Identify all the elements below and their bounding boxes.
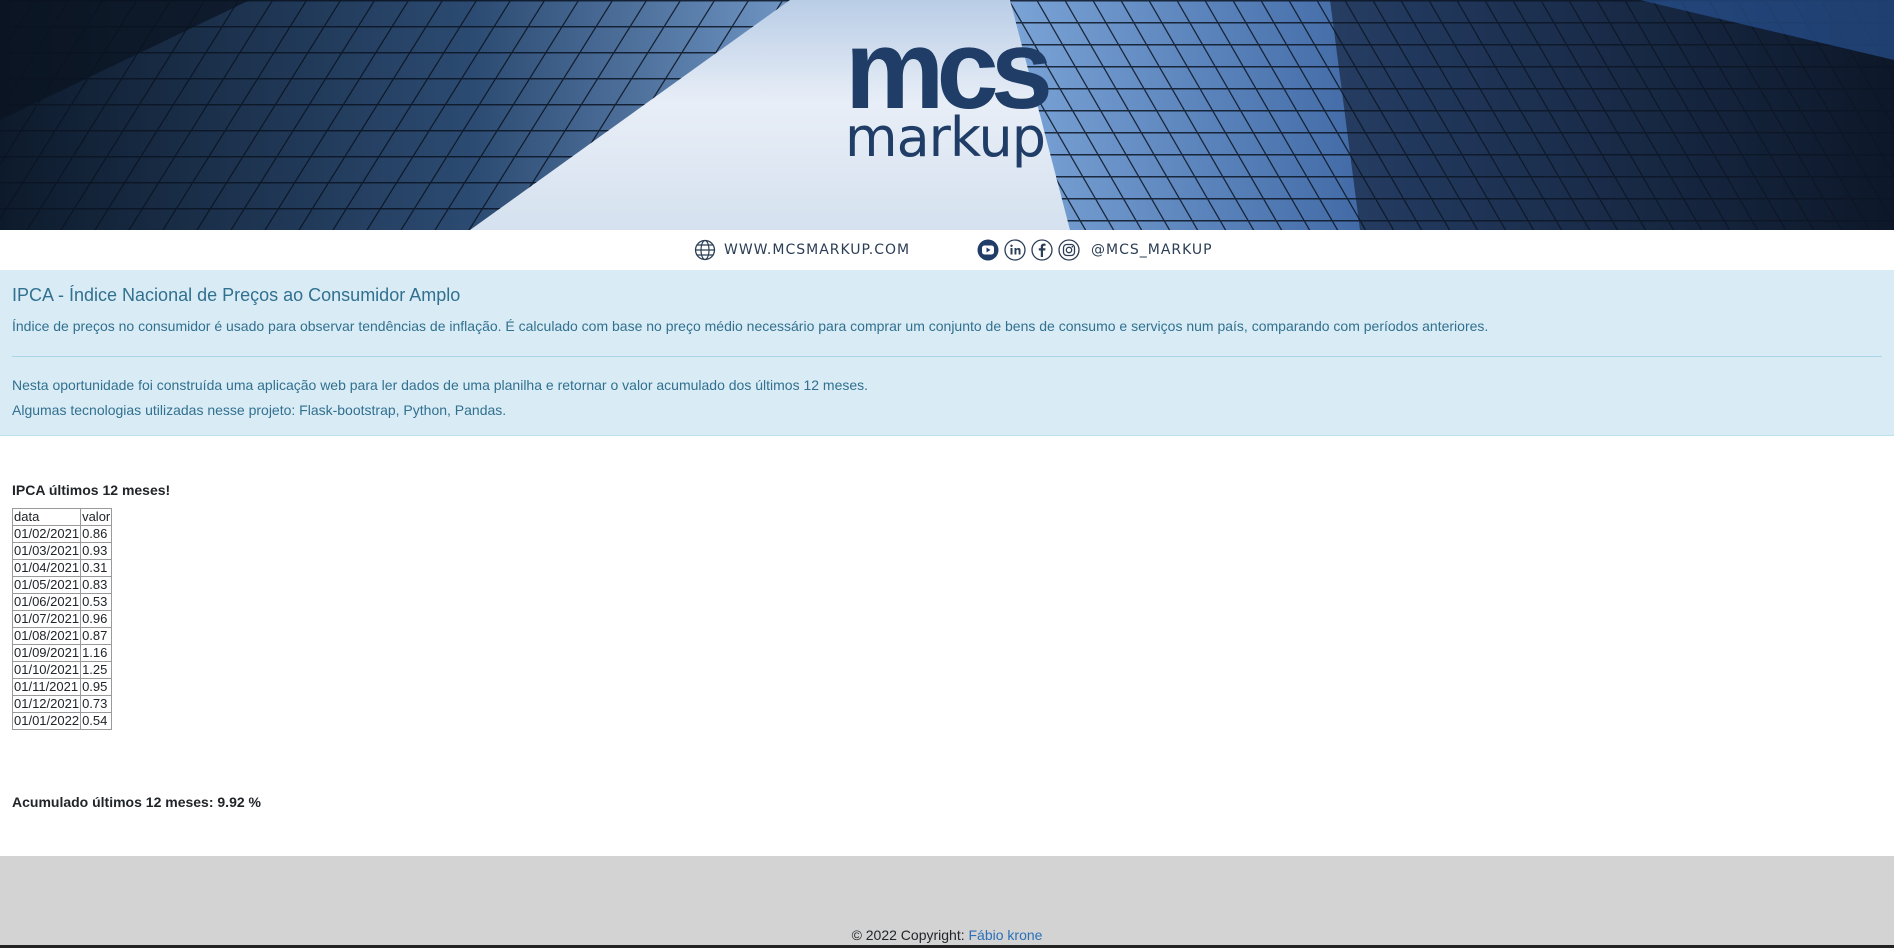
project-description: Nesta oportunidade foi construída uma ap…	[12, 377, 869, 393]
divider	[12, 356, 1882, 357]
value-cell: 0.87	[80, 627, 113, 645]
value-cell: 0.95	[80, 678, 113, 696]
social-links: @MCS_MARKUP	[977, 239, 1213, 261]
social-handle[interactable]: @MCS_MARKUP	[1091, 242, 1213, 258]
facebook-icon[interactable]	[1031, 239, 1053, 261]
date-cell: 01/04/2021	[11, 559, 82, 577]
author-link[interactable]: Fábio krone	[969, 927, 1043, 943]
table-row: 01/11/2021 0.95	[11, 678, 113, 696]
globe-icon	[694, 239, 716, 261]
instagram-icon[interactable]	[1058, 239, 1080, 261]
value-cell: 0.86	[80, 525, 113, 543]
accumulated-result: Acumulado últimos 12 meses: 9.92 %	[12, 794, 261, 810]
value-cell: 0.83	[80, 576, 113, 594]
date-cell: 01/11/2021	[11, 678, 82, 696]
website-text: WWW.MCSMARKUP.COM	[724, 242, 911, 258]
ipca-description: Índice de preços no consumidor é usado p…	[12, 318, 1489, 334]
website-link[interactable]: WWW.MCSMARKUP.COM	[694, 239, 910, 261]
value-cell: 0.93	[80, 542, 113, 560]
value-cell: 1.16	[80, 644, 113, 662]
value-cell: 0.73	[80, 695, 113, 713]
page-title: IPCA - Índice Nacional de Preços ao Cons…	[12, 285, 461, 305]
table-row: 01/01/2022 0.54	[11, 712, 113, 730]
table-row: 01/03/2021 0.93	[11, 542, 113, 560]
logo-mcs-text: mcs	[844, 7, 1053, 132]
value-cell: 0.53	[80, 593, 113, 611]
table-header-row: data valor	[11, 508, 113, 526]
copyright-label: © 2022 Copyright:	[851, 927, 969, 943]
table-row: 01/12/2021 0.73	[11, 695, 113, 713]
youtube-icon[interactable]	[977, 239, 999, 261]
date-cell: 01/01/2022	[11, 712, 82, 730]
ipca-table: data valor 01/02/2021 0.86 01/03/2021 0.93…	[11, 508, 113, 730]
table-row: 01/05/2021 0.83	[11, 576, 113, 594]
table-row: 01/02/2021 0.86	[11, 525, 113, 543]
column-header-data: data	[11, 508, 82, 526]
footer: © 2022 Copyright: Fábio krone	[0, 856, 1894, 948]
column-header-valor: valor	[80, 508, 113, 526]
header-banner: mcs markup	[0, 0, 1894, 230]
table-row: 01/10/2021 1.25	[11, 661, 113, 679]
date-cell: 01/12/2021	[11, 695, 82, 713]
date-cell: 01/08/2021	[11, 627, 82, 645]
table-row: 01/04/2021 0.31	[11, 559, 113, 577]
value-cell: 0.96	[80, 610, 113, 628]
date-cell: 01/05/2021	[11, 576, 82, 594]
contact-strip: WWW.MCSMARKUP.COM @MCS_MARKUP	[0, 230, 1894, 270]
date-cell: 01/10/2021	[11, 661, 82, 679]
value-cell: 1.25	[80, 661, 113, 679]
technologies-text: Algumas tecnologias utilizadas nesse pro…	[12, 402, 507, 418]
table-row: 01/07/2021 0.96	[11, 610, 113, 628]
value-cell: 0.54	[80, 712, 113, 730]
date-cell: 01/02/2021	[11, 525, 82, 543]
logo-markup-text: markup	[844, 106, 1046, 169]
mcs-markup-logo: mcs markup	[830, 7, 1060, 169]
copyright-text: © 2022 Copyright: Fábio krone	[0, 927, 1894, 943]
table-row: 01/09/2021 1.16	[11, 644, 113, 662]
table-heading: IPCA últimos 12 meses!	[12, 482, 171, 498]
table-row: 01/06/2021 0.53	[11, 593, 113, 611]
table-row: 01/08/2021 0.87	[11, 627, 113, 645]
date-cell: 01/07/2021	[11, 610, 82, 628]
date-cell: 01/06/2021	[11, 593, 82, 611]
value-cell: 0.31	[80, 559, 113, 577]
info-alert-panel: IPCA - Índice Nacional de Preços ao Cons…	[0, 270, 1894, 436]
date-cell: 01/03/2021	[11, 542, 82, 560]
date-cell: 01/09/2021	[11, 644, 82, 662]
linkedin-icon[interactable]	[1004, 239, 1026, 261]
